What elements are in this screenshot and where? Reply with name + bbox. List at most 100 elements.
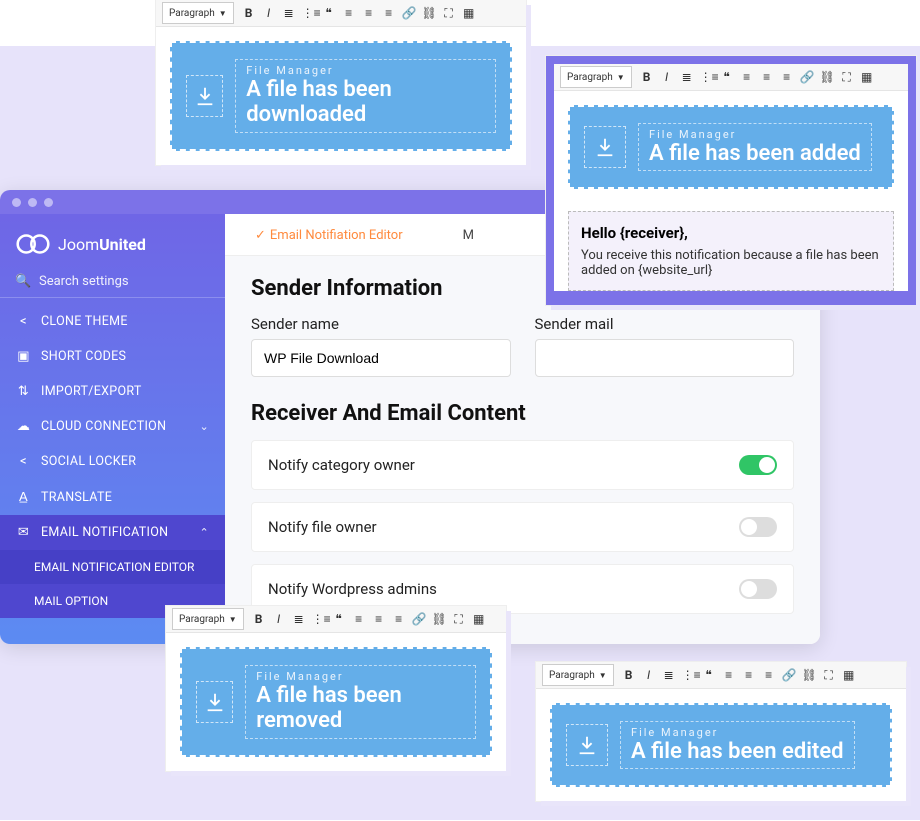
transfer-icon: ⇅ (16, 384, 31, 399)
sidebar-item-cloud-connection[interactable]: ☁CLOUD CONNECTION⌄ (0, 409, 225, 444)
number-list-icon[interactable]: ⋮≡ (700, 70, 714, 84)
paragraph-select[interactable]: Paragraph▼ (560, 66, 632, 88)
fullscreen-icon[interactable]: ⛶ (442, 6, 456, 21)
option-label: Notify file owner (268, 518, 377, 536)
fullscreen-icon[interactable]: ⛶ (840, 70, 854, 85)
sidebar-item-email-notification[interactable]: ✉EMAIL NOTIFICATION⌃ (0, 515, 225, 550)
fullscreen-icon[interactable]: ⛶ (452, 612, 466, 627)
brand: JoomUnited (0, 214, 225, 266)
editor-card-removed: Paragraph▼ BI≣⋮≡❝≡≡≡🔗⛓⛶▦ File Manager A … (166, 606, 506, 771)
editor-toolbar: Paragraph▼ B I ≣ ⋮≡ ❝ ≡ ≡ ≡ 🔗 ⛓ ⛶ ▦ (156, 0, 526, 27)
paragraph-select[interactable]: Paragraph▼ (542, 664, 614, 686)
brand-text: Joom (58, 235, 99, 254)
unlink-icon[interactable]: ⛓ (802, 668, 816, 682)
bullet-list-icon[interactable]: ≣ (662, 668, 676, 682)
number-list-icon[interactable]: ⋮≡ (312, 612, 326, 626)
search-settings[interactable]: 🔍 Search settings (0, 266, 225, 298)
toggle-notify-file-owner[interactable] (739, 517, 777, 537)
window-dot[interactable] (44, 198, 53, 207)
editor-card-edited: Paragraph▼ BI ≣ ⋮≡ ❝ ≡ ≡ ≡ 🔗 ⛓ ⛶ ▦ File Manager A … (536, 662, 906, 801)
option-notify-file-owner: Notify file owner (251, 502, 794, 552)
window-dot[interactable] (28, 198, 37, 207)
link-icon[interactable]: 🔗 (800, 70, 814, 84)
italic-icon[interactable]: I (262, 6, 276, 20)
bullet-list-icon[interactable]: ≣ (680, 70, 694, 84)
brand-logo-icon (16, 232, 50, 256)
italic-icon[interactable]: I (642, 668, 656, 682)
file-manager-label: File Manager (631, 726, 844, 739)
editor-toolbar: Paragraph▼ BI ≣ ⋮≡ ❝ ≡ ≡ ≡ 🔗 ⛓ ⛶ ▦ (166, 606, 506, 633)
sender-mail-input[interactable] (535, 339, 795, 377)
quote-icon[interactable]: ❝ (720, 70, 734, 84)
align-right-icon[interactable]: ≡ (762, 668, 776, 682)
number-list-icon[interactable]: ⋮≡ (682, 668, 696, 682)
bold-icon[interactable]: B (622, 668, 636, 682)
align-left-icon[interactable]: ≡ (722, 668, 736, 682)
section-heading-receiver: Receiver And Email Content (251, 401, 794, 426)
align-center-icon[interactable]: ≡ (742, 668, 756, 682)
grid-icon[interactable]: ▦ (462, 6, 476, 20)
align-left-icon[interactable]: ≡ (740, 70, 754, 84)
align-right-icon[interactable]: ≡ (382, 6, 396, 20)
grid-icon[interactable]: ▦ (842, 668, 856, 682)
sidebar-item-short-codes[interactable]: ▣SHORT CODES (0, 339, 225, 374)
toggle-notify-wp-admins[interactable] (739, 579, 777, 599)
option-label: Notify Wordpress admins (268, 580, 437, 598)
link-icon[interactable]: 🔗 (402, 6, 416, 20)
share-icon: < (16, 314, 31, 329)
sidebar-item-label: CLONE THEME (41, 314, 128, 329)
italic-icon[interactable]: I (660, 70, 674, 84)
paragraph-select[interactable]: Paragraph▼ (172, 608, 244, 630)
tab-email-editor[interactable]: ✓Email Notifiation Editor (255, 228, 403, 243)
notification-message: A file has been removed (256, 683, 465, 734)
italic-icon[interactable]: I (272, 612, 286, 626)
email-body-preview: Hello {receiver}, You receive this notif… (568, 211, 894, 291)
sidebar-item-translate[interactable]: A̲TRANSLATE (0, 479, 225, 515)
unlink-icon[interactable]: ⛓ (432, 612, 446, 626)
fullscreen-icon[interactable]: ⛶ (822, 668, 836, 683)
download-icon (584, 126, 626, 168)
toggle-notify-category-owner[interactable] (739, 455, 777, 475)
paragraph-label: Paragraph (179, 614, 225, 625)
grid-icon[interactable]: ▦ (860, 70, 874, 84)
sidebar-sub-email-editor[interactable]: EMAIL NOTIFICATION EDITOR (0, 550, 225, 584)
paragraph-select[interactable]: Paragraph▼ (162, 2, 234, 24)
notification-banner: File Manager A file has been edited (550, 703, 892, 787)
tab-mail-option[interactable]: M (463, 228, 474, 243)
notification-banner: File Manager A file has been downloaded (170, 41, 512, 151)
grid-icon[interactable]: ▦ (472, 612, 486, 626)
option-notify-category-owner: Notify category owner (251, 440, 794, 490)
quote-icon[interactable]: ❝ (322, 6, 336, 20)
bold-icon[interactable]: B (640, 70, 654, 84)
email-body-text: You receive this notification because a … (581, 248, 881, 278)
align-left-icon[interactable]: ≡ (352, 612, 366, 626)
notification-message: A file has been added (649, 141, 861, 166)
link-icon[interactable]: 🔗 (782, 668, 796, 682)
align-center-icon[interactable]: ≡ (372, 612, 386, 626)
sidebar-item-import-export[interactable]: ⇅IMPORT/EXPORT (0, 374, 225, 409)
bullet-list-icon[interactable]: ≣ (282, 6, 296, 20)
align-center-icon[interactable]: ≡ (760, 70, 774, 84)
align-center-icon[interactable]: ≡ (362, 6, 376, 20)
link-icon[interactable]: 🔗 (412, 612, 426, 626)
window-dot[interactable] (12, 198, 21, 207)
editor-card-added: Paragraph▼ BI≣⋮≡❝≡≡≡🔗⛓⛶▦ File Manager A … (546, 56, 916, 305)
bold-icon[interactable]: B (252, 612, 266, 626)
unlink-icon[interactable]: ⛓ (820, 70, 834, 84)
align-left-icon[interactable]: ≡ (342, 6, 356, 20)
quote-icon[interactable]: ❝ (702, 668, 716, 682)
unlink-icon[interactable]: ⛓ (422, 6, 436, 20)
align-right-icon[interactable]: ≡ (392, 612, 406, 626)
sender-name-input[interactable] (251, 339, 511, 377)
number-list-icon[interactable]: ⋮≡ (302, 6, 316, 20)
sidebar-item-label: SOCIAL LOCKER (41, 454, 136, 469)
search-placeholder: Search settings (39, 274, 129, 289)
cloud-icon: ☁ (16, 419, 31, 434)
bold-icon[interactable]: B (242, 6, 256, 20)
bullet-list-icon[interactable]: ≣ (292, 612, 306, 626)
option-label: Notify category owner (268, 456, 415, 474)
sidebar-item-social-locker[interactable]: <SOCIAL LOCKER (0, 444, 225, 479)
sidebar-item-clone-theme[interactable]: < CLONE THEME (0, 304, 225, 339)
align-right-icon[interactable]: ≡ (780, 70, 794, 84)
quote-icon[interactable]: ❝ (332, 612, 346, 626)
